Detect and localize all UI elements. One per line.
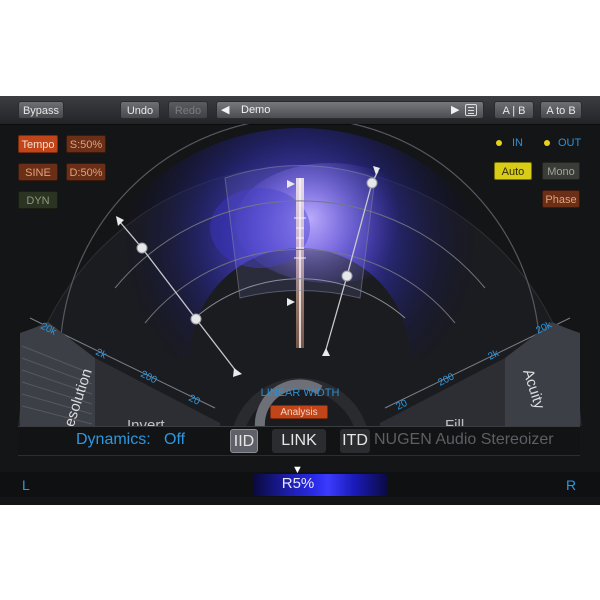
analysis-button[interactable]: Analysis [270,405,328,419]
auto-button[interactable]: Auto [494,162,532,180]
preset-selector[interactable]: ◀ Demo ▶ [216,101,484,119]
handle-point-4 [341,270,353,282]
tempo-button[interactable]: Tempo [18,135,58,153]
preset-next-icon[interactable]: ▶ [451,102,459,119]
undo-button[interactable]: Undo [120,101,160,119]
itd-button[interactable]: ITD [340,429,370,453]
left-channel-label: L [22,477,30,493]
linear-width-label: LINEAR WIDTH [260,387,340,399]
dynamics-value[interactable]: Off [164,431,185,449]
invert-label: Invert [127,417,165,426]
in-indicator-icon [496,140,502,146]
link-button[interactable]: LINK [272,429,326,453]
dyn-button[interactable]: DYN [18,191,58,209]
mono-button[interactable]: Mono [542,162,580,180]
balance-meter-bar: L R5% ▼ R [0,464,600,497]
balance-meter-value: R5% [281,475,315,492]
preset-previous-icon[interactable]: ◀ [221,102,229,119]
out-label: OUT [558,137,582,149]
in-label: IN [512,137,523,149]
fill-label: Fill [445,417,464,426]
handle-point-3 [366,177,378,189]
brand-label: NUGEN Audio Stereoizer [374,431,554,448]
out-indicator-icon [544,140,550,146]
s50-button[interactable]: S:50% [66,135,106,153]
balance-pointer-icon[interactable]: ▼ [292,464,303,476]
mode-strip: Dynamics: Off IID LINK ITD NUGEN Audio S… [18,426,580,456]
phase-button[interactable]: Phase [542,190,580,208]
iid-button[interactable]: IID [230,429,258,453]
dynamics-label: Dynamics: [76,431,151,448]
ab-button[interactable]: A | B [494,101,534,119]
d50-button[interactable]: D:50% [66,163,106,181]
preset-name: Demo [241,104,271,116]
preset-menu-icon[interactable] [465,104,477,116]
stereoizer-plugin: Bypass Undo Redo ◀ Demo ▶ A | B A to B 2… [0,96,600,505]
top-toolbar: Bypass Undo Redo ◀ Demo ▶ A | B A to B [0,96,600,125]
a-to-b-button[interactable]: A to B [540,101,582,119]
redo-button[interactable]: Redo [168,101,208,119]
handle-point-2 [190,313,202,325]
sine-button[interactable]: SINE [18,163,58,181]
bypass-button[interactable]: Bypass [18,101,64,119]
handle-point-1 [136,242,148,254]
right-channel-label: R [566,477,577,493]
